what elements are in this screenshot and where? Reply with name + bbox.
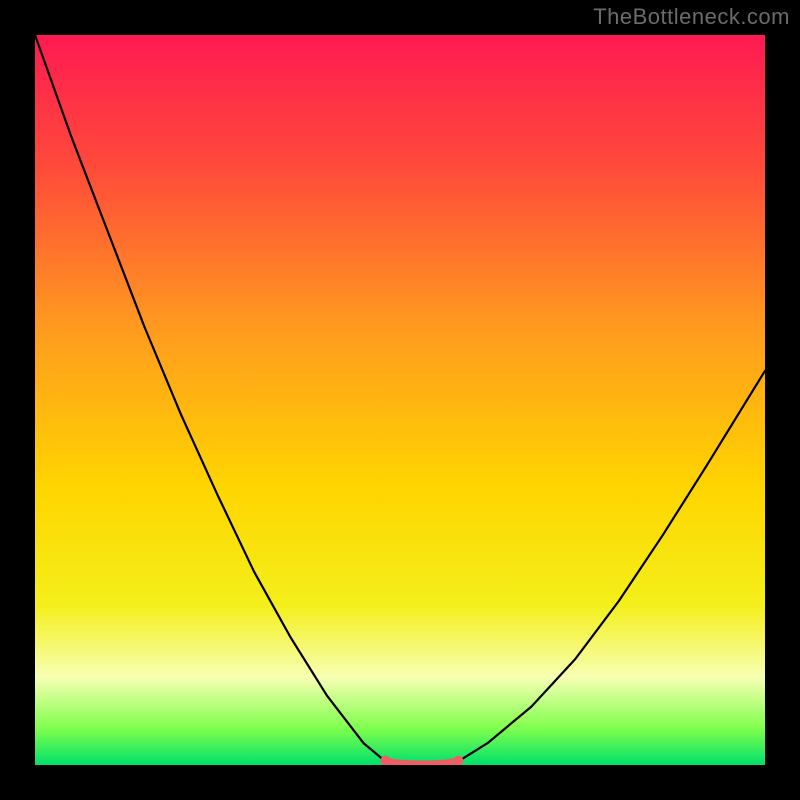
watermark-text: TheBottleneck.com — [593, 4, 790, 30]
series-bottom-flat — [385, 761, 458, 764]
plot-area — [35, 35, 765, 765]
chart-root: TheBottleneck.com — [0, 0, 800, 800]
bottleneck-chart — [35, 35, 765, 765]
